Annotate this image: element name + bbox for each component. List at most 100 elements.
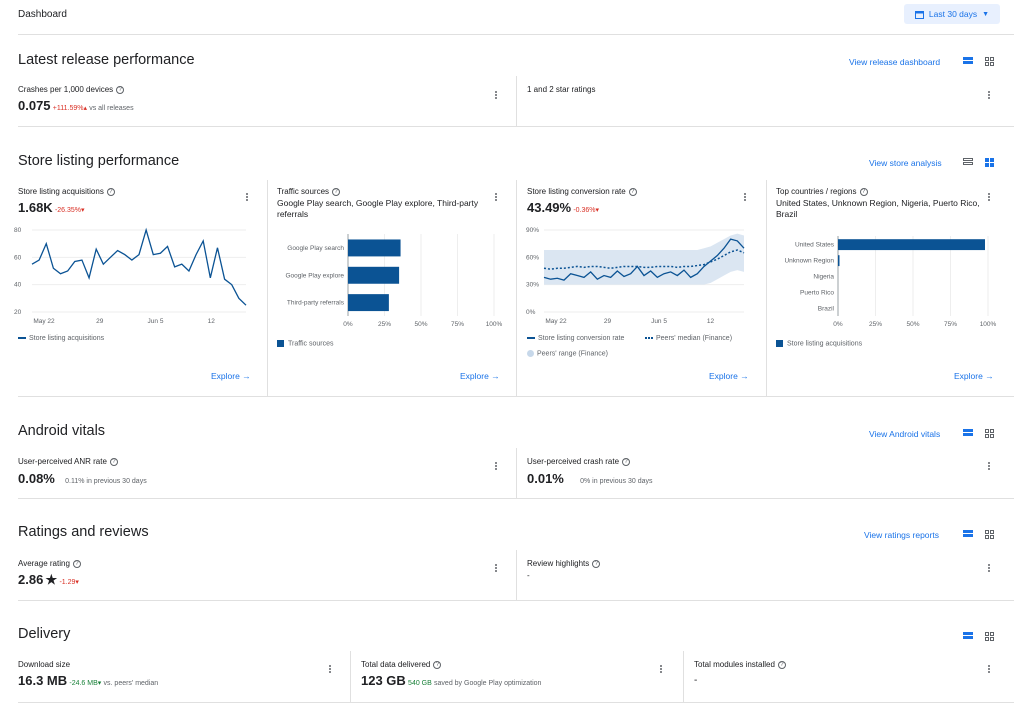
x-tick-label: 50% bbox=[414, 321, 427, 328]
star-icon: ★ bbox=[45, 572, 58, 587]
section-title-store-listing: Store listing performance bbox=[18, 153, 180, 169]
more-options-icon[interactable] bbox=[493, 564, 499, 574]
anr-compare: 0.11% in previous 30 days bbox=[65, 478, 147, 485]
x-tick-label: Jun 5 bbox=[651, 318, 667, 325]
grid-view-icon[interactable] bbox=[985, 632, 995, 641]
category-label: Google Play explore bbox=[285, 272, 344, 279]
average-rating-label: Average rating? bbox=[18, 559, 81, 568]
y-tick-label: 60 bbox=[14, 254, 22, 261]
more-options-icon[interactable] bbox=[742, 193, 748, 203]
help-icon[interactable]: ? bbox=[592, 559, 601, 568]
view-release-dashboard-link[interactable]: View release dashboard bbox=[849, 57, 940, 67]
list-view-icon[interactable] bbox=[963, 530, 973, 539]
crashes-label: Crashes per 1,000 devices? bbox=[18, 85, 125, 94]
average-rating-value-row: 2.86 ★ -1.29▾ bbox=[18, 572, 79, 588]
section-title-vitals: Android vitals bbox=[18, 423, 106, 439]
anr-label: User-perceived ANR rate? bbox=[18, 457, 118, 466]
crash-rate-value: 0.01% bbox=[527, 471, 564, 486]
arrow-down-icon: ▾ bbox=[97, 680, 102, 687]
list-view-icon[interactable] bbox=[963, 632, 973, 641]
crashes-change: +111.59% bbox=[52, 105, 84, 112]
grid-view-icon[interactable] bbox=[985, 158, 995, 167]
help-icon[interactable]: ? bbox=[109, 457, 118, 466]
x-tick-label: 25% bbox=[378, 321, 391, 328]
conversion-label: Store listing conversion rate? bbox=[527, 187, 637, 196]
arrow-down-icon: ▾ bbox=[81, 207, 85, 214]
x-tick-label: May 22 bbox=[33, 318, 55, 325]
help-icon[interactable]: ? bbox=[622, 457, 631, 466]
help-icon[interactable]: ? bbox=[106, 187, 115, 196]
list-view-icon[interactable] bbox=[963, 57, 973, 66]
crash-rate-compare: 0% in previous 30 days bbox=[580, 478, 653, 485]
bar bbox=[838, 239, 985, 251]
crash-rate-value-row: 0.01% 0% in previous 30 days bbox=[527, 471, 653, 486]
traffic-legend: Traffic sources bbox=[277, 340, 334, 347]
traffic-label: Traffic sources? bbox=[277, 187, 341, 196]
view-android-vitals-link[interactable]: View Android vitals bbox=[869, 429, 940, 439]
view-ratings-reports-link[interactable]: View ratings reports bbox=[864, 530, 939, 540]
download-size-value-row: 16.3 MB -24.6 MB▾ vs. peers' median bbox=[18, 673, 158, 688]
help-icon[interactable]: ? bbox=[116, 85, 125, 94]
category-label: United States bbox=[795, 242, 835, 249]
help-icon[interactable]: ? bbox=[628, 187, 637, 196]
download-size-label: Download size bbox=[18, 660, 71, 669]
conversion-chart: 90% 60% 30% 0% May 22 29 Jun 5 12 bbox=[526, 227, 745, 325]
y-tick-label: 30% bbox=[526, 282, 539, 289]
countries-chart: 0% 25% 50% 75% 100% United States Unknown Regi… bbox=[784, 236, 997, 328]
crash-rate-label: User-perceived crash rate? bbox=[527, 457, 631, 466]
more-options-icon[interactable] bbox=[493, 91, 499, 101]
help-icon[interactable]: ? bbox=[777, 660, 786, 669]
more-options-icon[interactable] bbox=[493, 193, 499, 203]
help-icon[interactable]: ? bbox=[72, 559, 81, 568]
explore-link[interactable]: Explore → bbox=[709, 371, 749, 381]
x-tick-label: 29 bbox=[96, 318, 104, 325]
category-label: Puerto Rico bbox=[800, 290, 834, 297]
list-view-icon[interactable] bbox=[963, 158, 973, 167]
download-size-change: -24.6 MB bbox=[69, 680, 98, 687]
y-tick-label: 0% bbox=[526, 309, 536, 316]
more-options-icon[interactable] bbox=[244, 193, 250, 203]
more-options-icon[interactable] bbox=[986, 91, 992, 101]
list-view-icon[interactable] bbox=[963, 429, 973, 438]
arrow-down-icon: ▾ bbox=[75, 579, 79, 586]
more-options-icon[interactable] bbox=[986, 462, 992, 472]
chevron-down-icon: ▼ bbox=[982, 10, 990, 18]
help-icon[interactable]: ? bbox=[332, 187, 341, 196]
more-options-icon[interactable] bbox=[986, 665, 992, 675]
y-tick-label: 90% bbox=[526, 227, 539, 234]
explore-link[interactable]: Explore → bbox=[954, 371, 994, 381]
modules-label: Total modules installed? bbox=[694, 660, 786, 669]
conversion-legend-b: Peers' median (Finance) bbox=[645, 335, 732, 342]
section-title-latest-release: Latest release performance bbox=[18, 52, 195, 68]
bar bbox=[348, 294, 389, 312]
date-range-button[interactable]: Last 30 days ▼ bbox=[904, 4, 1000, 24]
view-store-analysis-link[interactable]: View store analysis bbox=[869, 158, 942, 168]
crashes-value-row: 0.075 +111.59%▴ vs all releases bbox=[18, 98, 134, 113]
grid-view-icon[interactable] bbox=[985, 530, 995, 539]
date-range-label: Last 30 days bbox=[928, 9, 978, 19]
more-options-icon[interactable] bbox=[986, 564, 992, 574]
explore-link[interactable]: Explore → bbox=[211, 371, 251, 381]
help-icon[interactable]: ? bbox=[859, 187, 868, 196]
conversion-change: -0.36% bbox=[573, 207, 596, 214]
data-saved-value: 540 GB bbox=[408, 680, 432, 687]
acquisitions-value-row: 1.68K -26.35%▾ bbox=[18, 200, 85, 215]
anr-value: 0.08% bbox=[18, 471, 55, 486]
x-tick-label: 0% bbox=[833, 321, 843, 328]
help-icon[interactable]: ? bbox=[433, 660, 442, 669]
section-title-delivery: Delivery bbox=[18, 626, 71, 642]
conversion-value-row: 43.49% -0.36%▾ bbox=[527, 200, 599, 215]
more-options-icon[interactable] bbox=[986, 193, 992, 203]
grid-view-icon[interactable] bbox=[985, 57, 995, 66]
review-highlights-label: Review highlights? bbox=[527, 559, 601, 568]
more-options-icon[interactable] bbox=[658, 665, 664, 675]
y-tick-label: 80 bbox=[14, 227, 22, 234]
range-band bbox=[544, 233, 744, 285]
grid-view-icon[interactable] bbox=[985, 429, 995, 438]
explore-link[interactable]: Explore → bbox=[460, 371, 500, 381]
more-options-icon[interactable] bbox=[493, 462, 499, 472]
acquisitions-value: 1.68K bbox=[18, 200, 53, 215]
countries-label: Top countries / regions? bbox=[776, 187, 868, 196]
more-options-icon[interactable] bbox=[327, 665, 333, 675]
y-tick-label: 60% bbox=[526, 254, 539, 261]
